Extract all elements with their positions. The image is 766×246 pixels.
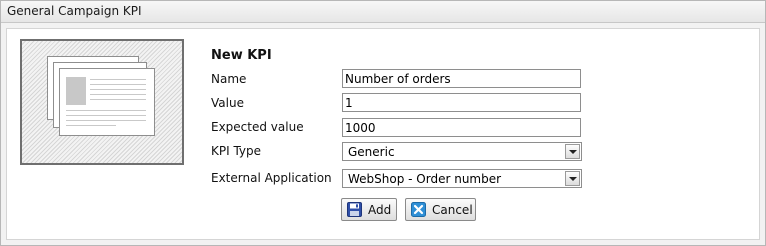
expected-value-label: Expected value: [211, 120, 304, 134]
sheet-line: [66, 120, 146, 121]
kpi-type-select[interactable]: Generic: [342, 142, 582, 161]
expected-value-input[interactable]: [342, 118, 581, 137]
close-x-icon: [411, 202, 426, 217]
external-application-label: External Application: [211, 171, 332, 185]
sheet-line: [66, 115, 146, 116]
add-button-label: Add: [368, 203, 392, 217]
panel-title: General Campaign KPI: [7, 4, 142, 18]
sheet-line: [90, 89, 146, 90]
cancel-button[interactable]: Cancel: [405, 198, 476, 221]
value-label: Value: [211, 96, 244, 110]
sheet-line: [90, 79, 146, 80]
chevron-down-icon[interactable]: [565, 144, 580, 159]
sheet-line: [66, 110, 146, 111]
cancel-button-label: Cancel: [432, 203, 473, 217]
panel-header: General Campaign KPI: [1, 1, 765, 23]
kpi-type-value: Generic: [348, 145, 395, 159]
name-label: Name: [211, 72, 247, 86]
form-heading: New KPI: [211, 48, 272, 63]
floppy-disk-icon: [347, 202, 362, 217]
value-input[interactable]: [342, 93, 581, 112]
external-application-select[interactable]: WebShop - Order number: [342, 169, 582, 188]
sheet-line: [90, 99, 146, 100]
document-placeholder-icon: [20, 39, 184, 165]
name-input[interactable]: [342, 69, 581, 88]
kpi-type-label: KPI Type: [211, 144, 262, 158]
sheet-line: [66, 125, 116, 126]
external-application-value: WebShop - Order number: [348, 172, 502, 186]
chevron-down-icon[interactable]: [565, 171, 580, 186]
sheet-line: [90, 84, 146, 85]
sheet-line: [90, 94, 146, 95]
kpi-panel: General Campaign KPI New KPI Name Value: [0, 0, 766, 246]
panel-body: New KPI Name Value Expected value KPI Ty…: [6, 28, 760, 240]
front-sheet: [59, 68, 155, 136]
sheet-photo: [66, 77, 86, 105]
add-button[interactable]: Add: [341, 198, 397, 221]
